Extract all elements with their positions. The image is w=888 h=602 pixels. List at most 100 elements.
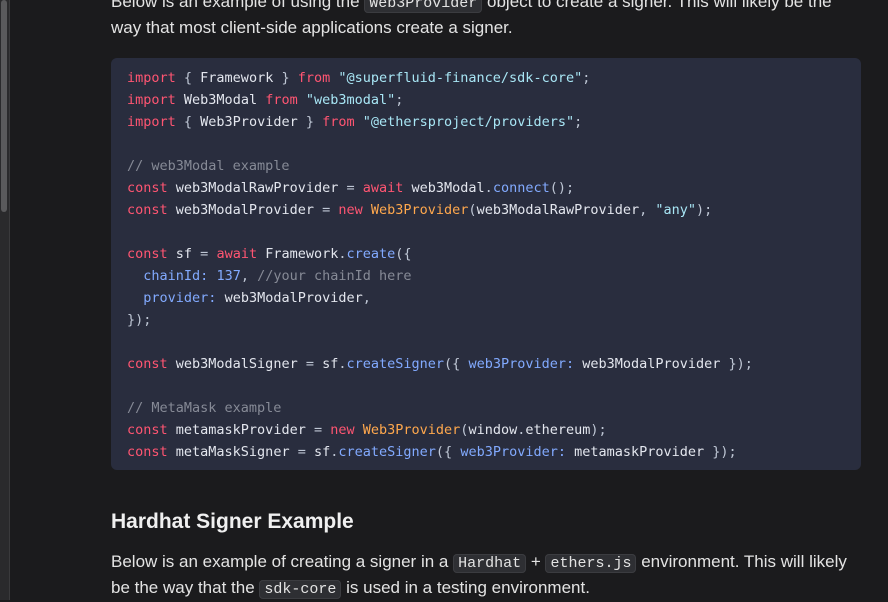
code-token: ); [696, 202, 713, 218]
code-token: = [192, 246, 217, 262]
code-token: metamaskProvider [175, 422, 306, 438]
code-token: metaMaskSigner [175, 444, 290, 460]
code-token: = [297, 356, 323, 372]
code-token: }); [127, 312, 152, 328]
code-token: . [338, 356, 347, 372]
code-token: web3ModalProvider [582, 356, 721, 372]
code-token: import [127, 92, 176, 108]
code-token: await [216, 246, 258, 262]
code-line: const metaMaskSigner = sf.createSigner({… [127, 441, 845, 463]
code-token: new [330, 422, 355, 438]
code-token: from [297, 70, 331, 86]
code-token: Web3Provider [370, 202, 469, 218]
code-token: }); [704, 444, 737, 460]
code-token: Framework [200, 70, 274, 86]
code-token: const [127, 422, 168, 438]
code-token: web3ModalSigner [175, 356, 298, 372]
code-token: "web3modal" [305, 92, 396, 108]
code-token: ethereum [525, 422, 591, 438]
code-token: ); [590, 422, 607, 438]
code-token: , [240, 268, 258, 284]
code-token: sf [313, 444, 331, 460]
intro-text-start: Below is an example of using the [111, 0, 365, 11]
inline-code-hardhat: Hardhat [453, 554, 527, 573]
code-token: const [127, 246, 168, 262]
inline-code-web3provider: Web3Provider [364, 0, 483, 13]
code-token: connect [492, 180, 550, 196]
code-line: const metamaskProvider = new Web3Provide… [127, 419, 845, 441]
para-text-4: is used in a testing environment. [341, 578, 590, 597]
code-token: // web3Modal example [127, 158, 290, 174]
code-token: Framework [265, 246, 339, 262]
code-token: { [175, 70, 201, 86]
code-token: sf [175, 246, 193, 262]
scrollbar-thumb[interactable] [1, 0, 7, 212]
code-token: ; [574, 114, 583, 130]
code-token: import [127, 70, 176, 86]
code-token: . [338, 246, 347, 262]
intro-paragraph: Below is an example of using the Web3Pro… [111, 0, 861, 40]
code-token: ({ [444, 356, 469, 372]
code-token: web3ModalProvider [175, 202, 314, 218]
code-token: const [127, 180, 168, 196]
code-token: from [265, 92, 298, 108]
code-token: ( [468, 202, 477, 218]
code-line: chainId: 137, //your chainId here [127, 265, 845, 287]
code-token: ({ [435, 444, 461, 460]
code-line: const web3ModalSigner = sf.createSigner(… [127, 353, 845, 375]
code-token: chainId: [143, 268, 209, 284]
code-line: import Web3Modal from "web3modal"; [127, 89, 845, 111]
code-token: (); [549, 180, 575, 196]
code-line: const web3ModalProvider = new Web3Provid… [127, 199, 845, 221]
code-token: new [338, 202, 363, 218]
code-token: //your chainId here [257, 268, 412, 284]
code-token: . [484, 180, 493, 196]
para-text-2: + [526, 552, 546, 571]
code-token: ; [395, 92, 404, 108]
code-token: from [322, 114, 355, 130]
code-token: "any" [655, 202, 697, 218]
code-token: Web3Provider [362, 422, 461, 438]
scrollbar[interactable] [0, 0, 10, 600]
code-line: import { Web3Provider } from "@etherspro… [127, 111, 845, 133]
code-token: }); [720, 356, 753, 372]
code-block[interactable]: import { Framework } from "@superfluid-f… [111, 58, 861, 470]
code-token: = [305, 422, 331, 438]
code-token: web3Provider: [460, 444, 566, 460]
inline-code-ethers: ethers.js [545, 554, 637, 573]
code-token: createSigner [346, 356, 445, 372]
code-line: import { Framework } from "@superfluid-f… [127, 67, 845, 89]
code-token: "@superfluid-finance/sdk-core" [338, 70, 583, 86]
code-token: await [362, 180, 404, 196]
code-token: ({ [395, 246, 412, 262]
code-token: ; [582, 70, 591, 86]
code-token: web3ModalRawProvider [175, 180, 339, 196]
code-token: , [639, 202, 656, 218]
code-token: , [362, 290, 371, 306]
code-token: sf [322, 356, 339, 372]
code-token: = [338, 180, 363, 196]
code-token: metamaskProvider [574, 444, 705, 460]
code-token: web3Modal [411, 180, 485, 196]
code-token: Web3Provider [200, 114, 298, 130]
inline-code-sdk-core: sdk-core [259, 580, 342, 599]
code-token: web3ModalRawProvider [476, 202, 640, 218]
